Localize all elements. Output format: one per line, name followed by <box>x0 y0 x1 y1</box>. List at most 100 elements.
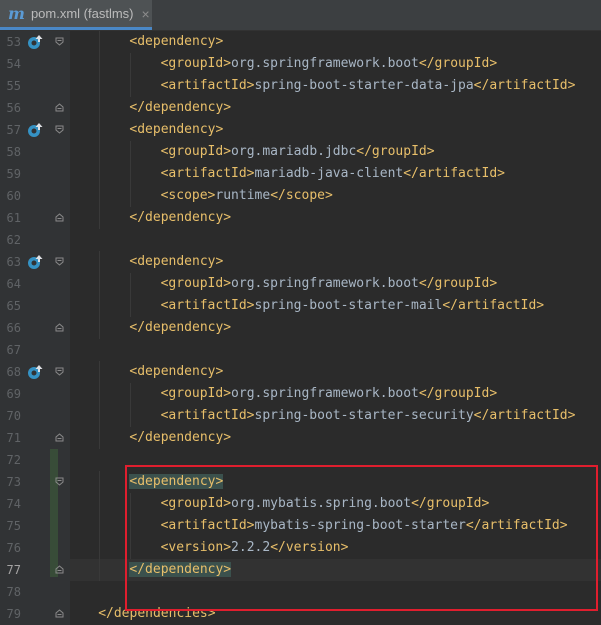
fold-end-icon[interactable] <box>55 103 64 112</box>
indent-guide <box>99 185 101 207</box>
gutter-line: 73 <box>0 471 70 493</box>
line-number: 79 <box>6 607 21 621</box>
fold-end-icon[interactable] <box>55 323 64 332</box>
fold-end-icon[interactable] <box>55 609 64 618</box>
gutter-line: 71 <box>0 427 70 449</box>
xml-tag: </dependency> <box>129 210 232 225</box>
maven-dependency-icon[interactable] <box>27 364 43 380</box>
fold-start-icon[interactable] <box>55 37 64 46</box>
indent-guide <box>99 273 101 295</box>
xml-tag: </groupId> <box>356 144 435 159</box>
line-number: 68 <box>6 365 21 379</box>
indent-guide <box>130 141 132 163</box>
line-number: 78 <box>6 585 21 599</box>
code-line[interactable]: <dependency> <box>70 119 601 141</box>
indent-guide <box>99 97 101 119</box>
fold-end-icon[interactable] <box>55 213 64 222</box>
gutter-line: 70 <box>0 405 70 427</box>
tab-pom-xml[interactable]: m pom.xml (fastlms) × <box>0 0 152 30</box>
code-line[interactable]: <groupId>org.springframework.boot</group… <box>70 383 601 405</box>
line-number: 53 <box>6 35 21 49</box>
code-line[interactable]: <dependency> <box>70 251 601 273</box>
fold-start-icon[interactable] <box>55 477 64 486</box>
indent-guide <box>99 119 101 141</box>
code-editor[interactable]: 53 54 55 56 57 58 59 60 61 62 63 64 65 66 67 68 69 70 71 72… <box>0 31 601 625</box>
gutter-line: 67 <box>0 339 70 361</box>
xml-text: org.springframework.boot <box>231 386 419 401</box>
xml-tag: <artifactId> <box>160 298 255 313</box>
code-content: <dependency> <box>129 251 223 273</box>
fold-start-icon[interactable] <box>55 125 64 134</box>
xml-tag: </dependency> <box>129 320 232 335</box>
fold-end-icon[interactable] <box>55 433 64 442</box>
code-line[interactable]: <scope>runtime</scope> <box>70 185 601 207</box>
gutter-line: 76 <box>0 537 70 559</box>
highlight-annotation-box <box>125 465 598 611</box>
indent-guide <box>99 405 101 427</box>
fold-start-icon[interactable] <box>55 257 64 266</box>
code-line[interactable]: </dependency> <box>70 97 601 119</box>
code-line[interactable]: </dependency> <box>70 427 601 449</box>
xml-tag: </dependency> <box>129 430 232 445</box>
xml-text: spring-boot-starter-mail <box>254 298 443 313</box>
code-line[interactable]: <artifactId>spring-boot-starter-mail</ar… <box>70 295 601 317</box>
gutter-line: 54 <box>0 53 70 75</box>
fold-start-icon[interactable] <box>55 367 64 376</box>
indent-guide <box>130 163 132 185</box>
fold-end-icon[interactable] <box>55 565 64 574</box>
code-content: </dependency> <box>129 317 231 339</box>
code-line[interactable] <box>70 229 601 251</box>
xml-text: spring-boot-starter-security <box>254 408 474 423</box>
line-number: 77 <box>6 563 21 577</box>
code-line[interactable]: <groupId>org.springframework.boot</group… <box>70 273 601 295</box>
xml-tag: </artifactId> <box>473 78 576 93</box>
gutter-line: 62 <box>0 229 70 251</box>
line-number: 65 <box>6 299 21 313</box>
indent-guide <box>99 471 101 493</box>
maven-dependency-icon[interactable] <box>27 254 43 270</box>
xml-tag: <dependency> <box>129 122 224 137</box>
gutter-line: 53 <box>0 31 70 53</box>
xml-tag: <dependency> <box>129 364 224 379</box>
xml-tag: <artifactId> <box>160 166 255 181</box>
code-content: <scope>runtime</scope> <box>161 185 333 207</box>
line-number: 64 <box>6 277 21 291</box>
xml-tag: <scope> <box>160 188 216 203</box>
code-content: <artifactId>mariadb-java-client</artifac… <box>161 163 505 185</box>
xml-tag: <dependency> <box>129 34 224 49</box>
gutter-line: 69 <box>0 383 70 405</box>
code-line[interactable]: <groupId>org.springframework.boot</group… <box>70 53 601 75</box>
xml-tag: </artifactId> <box>442 298 545 313</box>
xml-text: org.mariadb.jdbc <box>231 144 357 159</box>
code-content: </dependency> <box>129 97 231 119</box>
gutter-line: 74 <box>0 493 70 515</box>
code-content: <groupId>org.springframework.boot</group… <box>161 273 498 295</box>
xml-tag: </groupId> <box>418 386 498 401</box>
gutter-line: 64 <box>0 273 70 295</box>
indent-guide <box>99 75 101 97</box>
line-number: 66 <box>6 321 21 335</box>
gutter-line: 78 <box>0 581 70 603</box>
xml-text: spring-boot-starter-data-jpa <box>254 78 474 93</box>
indent-guide <box>99 317 101 339</box>
code-content: <groupId>org.springframework.boot</group… <box>161 383 498 405</box>
code-line[interactable]: <groupId>org.mariadb.jdbc</groupId> <box>70 141 601 163</box>
gutter-line: 58 <box>0 141 70 163</box>
indent-guide <box>130 53 132 75</box>
code-line[interactable]: <dependency> <box>70 31 601 53</box>
code-line[interactable]: <artifactId>mariadb-java-client</artifac… <box>70 163 601 185</box>
maven-dependency-icon[interactable] <box>27 34 43 50</box>
maven-dependency-icon[interactable] <box>27 122 43 138</box>
code-line[interactable]: <artifactId>spring-boot-starter-data-jpa… <box>70 75 601 97</box>
line-number: 72 <box>6 453 21 467</box>
xml-tag: <dependency> <box>129 254 224 269</box>
code-line[interactable]: </dependency> <box>70 207 601 229</box>
indent-guide <box>99 141 101 163</box>
line-number: 75 <box>6 519 21 533</box>
code-line[interactable]: </dependency> <box>70 317 601 339</box>
code-line[interactable]: <artifactId>spring-boot-starter-security… <box>70 405 601 427</box>
line-number: 55 <box>6 79 21 93</box>
code-line[interactable]: <dependency> <box>70 361 601 383</box>
close-icon[interactable]: × <box>142 6 150 22</box>
code-line[interactable] <box>70 339 601 361</box>
